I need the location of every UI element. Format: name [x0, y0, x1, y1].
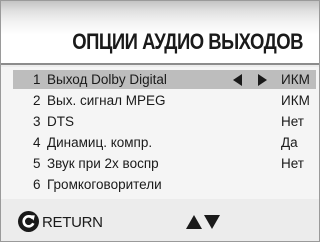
menu-item-number: 5 — [33, 156, 41, 171]
menu-item-value: Да — [281, 135, 298, 150]
menu-item-value: Нет — [281, 156, 304, 171]
menu-item-number: 4 — [33, 135, 41, 150]
menu-item-number: 3 — [33, 114, 41, 129]
menu-item-label: Динамиц. компр. — [47, 135, 153, 150]
right-arrow-icon — [258, 74, 267, 86]
menu-item-speakers[interactable]: 6 Громкоговорители — [13, 175, 316, 194]
up-arrow-icon — [186, 215, 202, 229]
return-icon — [18, 211, 39, 232]
menu-item-dynamic-compression[interactable]: 4 Динамиц. компр. Да — [13, 133, 316, 152]
menu-item-label: Выход Dolby Digital — [47, 72, 167, 87]
menu-item-dts[interactable]: 3 DTS Нет — [13, 112, 316, 131]
title-divider — [1, 63, 319, 65]
menu-item-mpeg-output[interactable]: 2 Вых. сигнал MPEG ИКМ — [13, 91, 316, 110]
audio-output-options-screen: ОПЦИИ АУДИО ВЫХОДОВ 1 Выход Dolby Digita… — [0, 0, 320, 242]
menu-item-2x-playback-sound[interactable]: 5 Звук при 2х воспр Нет — [13, 154, 316, 173]
menu-item-value: Нет — [281, 114, 304, 129]
down-arrow-icon — [204, 215, 220, 229]
page-title: ОПЦИИ АУДИО ВЫХОДОВ — [72, 29, 303, 54]
left-right-arrows-icon[interactable] — [233, 74, 267, 86]
footer-bar: RETURN — [1, 199, 319, 241]
menu-item-label: Вых. сигнал MPEG — [47, 93, 166, 108]
return-button[interactable]: RETURN — [18, 211, 128, 233]
menu-item-dolby-digital-output[interactable]: 1 Выход Dolby Digital ИКМ — [13, 70, 316, 89]
menu-item-value: ИКМ — [281, 72, 310, 87]
menu-item-label: DTS — [47, 114, 74, 129]
menu-item-label: Громкоговорители — [47, 177, 162, 192]
return-label: RETURN — [42, 214, 103, 231]
menu-item-label: Звук при 2х воспр — [47, 156, 159, 171]
left-arrow-icon — [233, 74, 242, 86]
audio-options-menu: 1 Выход Dolby Digital ИКМ 2 Вых. сигнал … — [1, 67, 319, 199]
menu-item-number: 1 — [33, 72, 41, 87]
up-down-arrows-icon — [186, 215, 220, 229]
title-bar: ОПЦИИ АУДИО ВЫХОДОВ — [1, 1, 319, 63]
menu-item-number: 6 — [33, 177, 41, 192]
menu-item-number: 2 — [33, 93, 41, 108]
menu-item-value: ИКМ — [281, 93, 310, 108]
